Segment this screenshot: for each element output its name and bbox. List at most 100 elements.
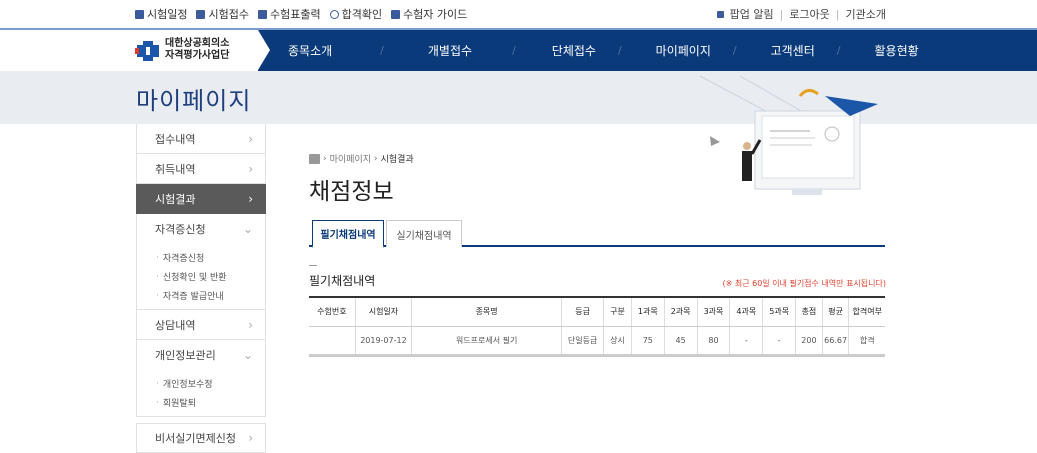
gnb-item-mypage[interactable]: 마이페이지 [656, 42, 711, 59]
util-pass-check[interactable]: 합격확인 [329, 6, 382, 22]
breadcrumb: › 마이페이지 › 시험결과 [309, 152, 414, 165]
lnb-sub-item[interactable]: 회원탈퇴 [163, 393, 265, 412]
book-icon [391, 9, 401, 19]
util-schedule[interactable]: 시험일정 [135, 6, 187, 22]
util-guide[interactable]: 수험자 가이드 [391, 6, 467, 22]
cell-grade: 단일등급 [561, 326, 604, 357]
about-link[interactable]: 기관소개 [846, 6, 886, 22]
chevron-right-icon: › [248, 317, 253, 332]
util-apply[interactable]: 시험접수 [196, 6, 249, 22]
utility-right-links: 팝업 알림 | 로그아웃 | 기관소개 [716, 6, 886, 22]
notice-text: (※ 최근 60일 이내 필기점수 내역만 표시됩니다) [722, 279, 886, 288]
col-header: 4과목 [729, 296, 763, 327]
separator: / [380, 44, 384, 57]
chevron-right-icon: › [248, 161, 253, 176]
gnb-item-individual-apply[interactable]: 개별접수 [428, 42, 472, 59]
utility-bar: 시험일정 시험접수 수험표출력 합격확인 수험자 가이드 팝업 알림 | 로그아… [0, 0, 1037, 28]
col-header: 구분 [603, 296, 632, 327]
cell-average: 66.67 [821, 326, 849, 357]
chevron-right-icon: › [248, 431, 253, 445]
lnb-item-cert-apply[interactable]: 자격증신청 ⌄ [136, 214, 266, 244]
cell-pass-status: 합격 [848, 326, 885, 357]
tab-written[interactable]: 필기채점내역 [312, 220, 384, 248]
chevron-right-icon: › [248, 191, 253, 206]
lnb-sub-item[interactable]: 개인정보수정 [163, 374, 265, 393]
util-ticket-print[interactable]: 수험표출력 [257, 6, 321, 22]
page-title: 채점정보 [309, 179, 394, 205]
gnb-item-group-apply[interactable]: 단체접수 [552, 42, 596, 59]
logo-mark-icon [135, 41, 159, 61]
gnb-item-subjects[interactable]: 종목소개 [288, 42, 332, 59]
chevron-right-icon: › [248, 131, 253, 146]
band-title: 마이페이지 [136, 87, 252, 115]
col-header: 평균 [821, 296, 849, 327]
separator: | [835, 7, 840, 21]
lnb-item-receipts[interactable]: 접수내역 › [136, 124, 266, 154]
col-header: 시험일자 [354, 296, 412, 327]
global-nav: 대한상공회의소 자격평가사업단 종목소개 / 개별접수 / 단체접수 / 마이페… [0, 28, 1037, 71]
cell-score-2: 45 [663, 326, 698, 357]
gnb-item-support[interactable]: 고객센터 [771, 42, 815, 59]
col-header: 등급 [561, 296, 604, 327]
popup-icon [716, 10, 724, 18]
col-header: 종목명 [411, 296, 562, 327]
separator: / [617, 44, 622, 57]
print-icon [257, 9, 267, 19]
cell-score-5: - [762, 326, 796, 357]
col-header: 합격여부 [848, 296, 885, 327]
side-nav: 접수내역› 취득내역› 시험결과› 자격증신청⌄ 자격증신청 신청확인 및 반환… [136, 124, 266, 453]
table-row: 2019-07-12 워드프로세서 필기 단일등급 상시 75 45 80 - … [309, 326, 885, 357]
col-header: 2과목 [663, 296, 698, 327]
chevron-down-icon: ⌄ [242, 348, 253, 362]
calendar-icon [135, 9, 144, 19]
cell-subject-name: 워드프로세서 필기 [411, 326, 562, 357]
lnb-sub-personal: 개인정보수정 회원탈퇴 [136, 370, 266, 417]
cell-score-4: - [729, 326, 763, 357]
breadcrumb-mypage[interactable]: 마이페이지 [330, 152, 371, 165]
logo-line1: 대한상공회의소 [165, 38, 230, 49]
table-header-row: 수험번호 시험일자 종목명 등급 구분 1과목 2과목 3과목 4과목 5과목 … [309, 296, 885, 327]
cell-exam-number [309, 326, 356, 357]
illustration-image [700, 76, 878, 195]
lnb-sub-cert: 자격증신청 신청확인 및 반환 자격증 발급안내 [136, 244, 266, 310]
lnb-sub-item[interactable]: 자격증 발급안내 [163, 286, 265, 305]
tab-practical[interactable]: 실기채점내역 [386, 220, 462, 247]
cell-type: 상시 [603, 326, 632, 357]
separator: | [779, 7, 784, 21]
separator: / [512, 44, 516, 57]
lnb-item-exemption[interactable]: 비서실기면제신청 › [136, 423, 266, 453]
lnb-item-personal[interactable]: 개인정보관리 ⌄ [136, 340, 266, 370]
separator: / [732, 44, 737, 57]
utility-links: 시험일정 시험접수 수험표출력 합격확인 수험자 가이드 [135, 6, 467, 22]
medal-icon [329, 9, 339, 19]
home-icon[interactable] [309, 153, 320, 164]
gnb-item-usage[interactable]: 활용현황 [874, 42, 918, 59]
logo-text: 대한상공회의소 자격평가사업단 [165, 38, 229, 62]
col-header: 3과목 [696, 296, 730, 327]
tab-bar: 필기채점내역 실기채점내역 [309, 220, 885, 248]
lnb-item-consult[interactable]: 상담내역 › [136, 310, 266, 340]
cell-score-3: 80 [696, 326, 730, 357]
col-header: 5과목 [762, 296, 796, 327]
logout-link[interactable]: 로그아웃 [789, 6, 829, 22]
gnb-menu: 종목소개 / 개별접수 / 단체접수 / 마이페이지 / 고객센터 / 활용현황 [288, 30, 919, 71]
lnb-sub-item[interactable]: 신청확인 및 반환 [163, 267, 265, 286]
document-icon [196, 9, 206, 19]
logo-wedge [258, 30, 270, 70]
lnb-item-results[interactable]: 시험결과 › [136, 184, 266, 214]
cell-total: 200 [795, 326, 823, 357]
section-title: 필기채점내역 [309, 265, 376, 288]
breadcrumb-current: 시험결과 [380, 155, 414, 165]
lnb-sub-item[interactable]: 자격증신청 [163, 248, 265, 267]
cell-score-1: 75 [630, 326, 665, 357]
cell-exam-date: 2019-07-12 [354, 326, 412, 357]
popup-alert-link[interactable]: 팝업 알림 [730, 6, 774, 22]
score-table: 수험번호 시험일자 종목명 등급 구분 1과목 2과목 3과목 4과목 5과목 … [309, 296, 885, 357]
lnb-item-acquired[interactable]: 취득내역 › [136, 154, 266, 184]
separator: / [836, 44, 841, 57]
logo-line2: 자격평가사업단 [165, 50, 230, 61]
col-header: 1과목 [630, 296, 665, 327]
col-header: 총점 [795, 296, 823, 327]
logo[interactable]: 대한상공회의소 자격평가사업단 [0, 30, 258, 71]
chevron-down-icon: ⌄ [242, 222, 253, 236]
